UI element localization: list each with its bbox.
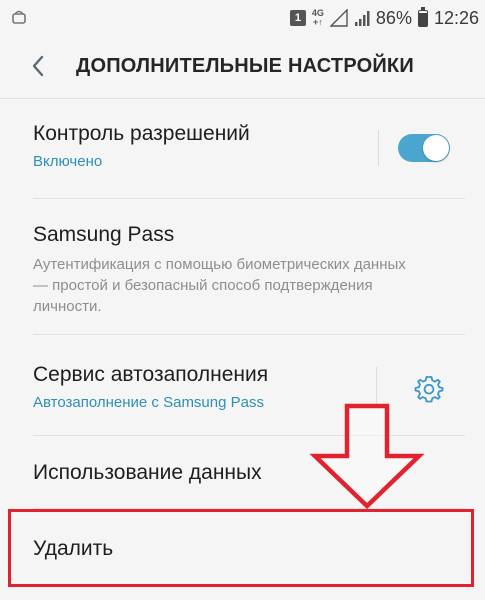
sim-card-icon: 1 [289,10,306,26]
android-icon [12,10,26,24]
data-usage-title: Использование данных [33,461,262,484]
divider-vertical [378,130,379,166]
permissions-status: Включено [33,153,103,170]
network-activity: +↑ [313,17,323,27]
highlight-frame [8,509,474,587]
divider-vertical [376,367,377,407]
toggle-knob [423,135,449,161]
samsung-pass-title: Samsung Pass [33,223,175,246]
permissions-title: Контроль разрешений [33,122,250,145]
gear-icon[interactable] [413,373,445,405]
clock: 12:26 [433,7,479,28]
settings-item-permissions[interactable]: Контроль разрешений Включено [0,98,485,198]
autofill-title: Сервис автозаполнения [33,363,269,386]
status-bar: 1 4G +↑ 86% 12:26 [0,0,485,36]
permissions-toggle[interactable] [398,134,450,162]
signal-strength-icon [354,11,370,26]
network-type-label: 4G +↑ [312,9,324,27]
back-button[interactable] [22,50,54,82]
samsung-pass-description: Аутентификация с помощью биометрических … [33,256,406,315]
settings-item-samsung-pass[interactable]: Samsung Pass Аутентификация с помощью би… [0,199,485,334]
autofill-subtitle: Автозаполнение с Samsung Pass [33,394,264,411]
signal-empty-icon [329,9,348,27]
arrow-down-icon [310,403,424,509]
chevron-left-icon [32,55,44,77]
battery-percent: 86% [375,7,412,28]
app-bar: ДОПОЛНИТЕЛЬНЫЕ НАСТРОЙКИ [0,36,485,99]
page-title: ДОПОЛНИТЕЛЬНЫЕ НАСТРОЙКИ [76,55,414,77]
battery-icon [417,6,428,27]
